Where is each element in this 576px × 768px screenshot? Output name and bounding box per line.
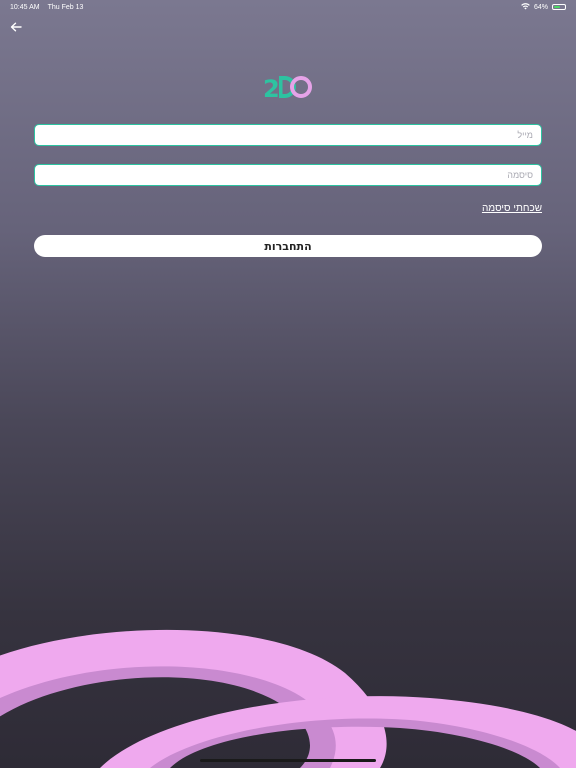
status-time: 10:45 AM [10, 3, 40, 11]
back-button[interactable] [6, 17, 26, 37]
logo-2do-icon: 2 [263, 75, 312, 103]
wifi-icon [521, 2, 530, 12]
decorative-rings [0, 629, 576, 768]
app-logo: 2 [263, 72, 315, 103]
status-bar: 10:45 AM Thu Feb 13 64% [0, 0, 576, 14]
status-left: 10:45 AM Thu Feb 13 [10, 4, 83, 11]
home-indicator [200, 759, 376, 762]
battery-icon [552, 4, 566, 10]
battery-percent: 64% [533, 3, 548, 11]
status-date: Thu Feb 13 [47, 3, 84, 11]
svg-text:2: 2 [263, 75, 280, 102]
forgot-password-link[interactable]: שכחתי סיסמה [482, 203, 542, 214]
battery-fill [554, 6, 561, 8]
password-field[interactable] [34, 164, 542, 186]
arrow-left-icon [10, 22, 22, 32]
email-field[interactable] [34, 124, 542, 146]
login-button[interactable]: התחברות [34, 235, 542, 257]
status-right: 64% [521, 2, 566, 12]
